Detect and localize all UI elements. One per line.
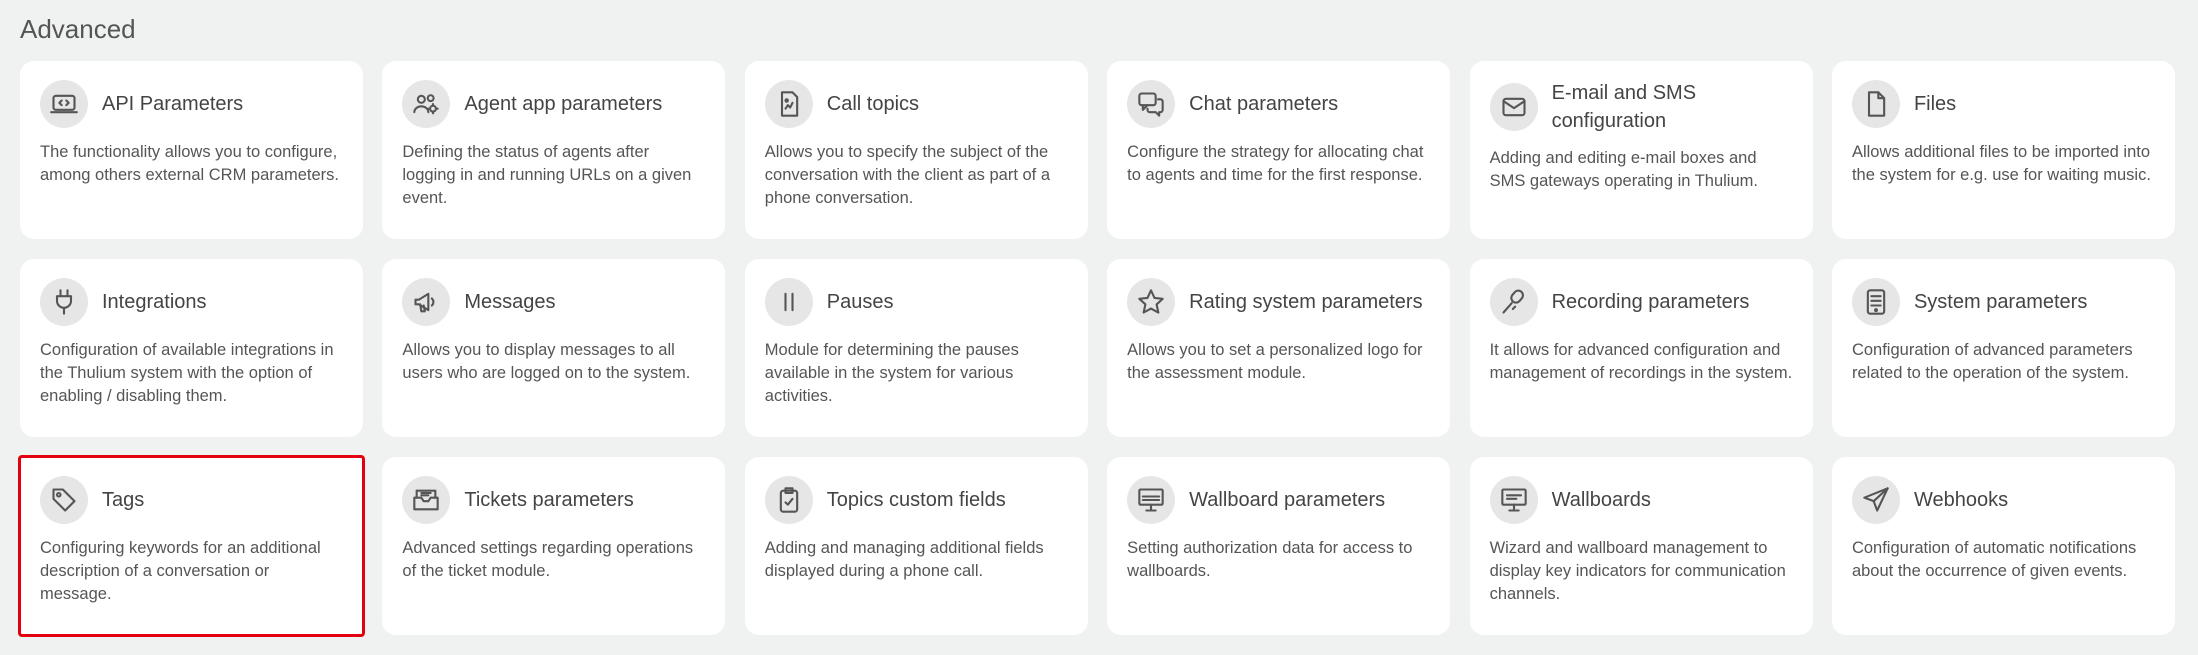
plug-icon: [40, 278, 88, 326]
star-icon: [1127, 278, 1176, 326]
card-chat-parameters[interactable]: Chat parameters Configure the strategy f…: [1107, 61, 1451, 239]
card-tags[interactable]: Tags Configuring keywords for an additio…: [18, 455, 365, 637]
card-description: Wizard and wallboard management to displ…: [1489, 539, 1786, 603]
card-rating-system-parameters[interactable]: Rating system parameters Allows you to s…: [1107, 259, 1451, 437]
server-icon: [1851, 278, 1900, 326]
card-title: System parameters: [1913, 291, 2088, 313]
megaphone-icon: [402, 278, 451, 326]
card-description: Configure the strategy for allocating ch…: [1127, 143, 1424, 184]
card-title: Chat parameters: [1189, 93, 1339, 115]
card-title: Integrations: [102, 291, 207, 313]
monitor-icon: [1127, 476, 1176, 524]
card-description: It allows for advanced configuration and…: [1489, 341, 1793, 382]
card-pauses[interactable]: Pauses Module for determining the pauses…: [744, 259, 1088, 437]
card-description: Advanced settings regarding operations o…: [402, 539, 694, 580]
card-description: Allows you to display messages to all us…: [402, 341, 691, 382]
card-integrations[interactable]: Integrations Configuration of available …: [20, 259, 363, 437]
card-system-parameters[interactable]: System parameters Configuration of advan…: [1831, 259, 2175, 437]
microphone-icon: [1489, 278, 1538, 326]
card-description: Configuration of available integrations …: [40, 341, 334, 405]
card-description: Module for determining the pauses availa…: [764, 341, 1019, 405]
card-wallboards[interactable]: Wallboards Wizard and wallboard manageme…: [1469, 457, 1813, 635]
card-description: Allows you to specify the subject of the…: [764, 143, 1051, 207]
card-title: Tags: [102, 489, 145, 511]
card-tickets-parameters[interactable]: Tickets parameters Advanced settings reg…: [382, 457, 726, 635]
card-api-parameters[interactable]: API Parameters The functionality allows …: [20, 61, 363, 239]
card-wallboard-parameters[interactable]: Wallboard parameters Setting authorizati…: [1107, 457, 1451, 635]
card-call-topics[interactable]: Call topics Allows you to specify the su…: [744, 61, 1088, 239]
card-title: Wallboards: [1551, 489, 1651, 511]
tags-icon: [40, 476, 88, 524]
card-description: Configuration of advanced parameters rel…: [1851, 341, 2133, 382]
file-icon: [1851, 80, 1900, 128]
card-description: Adding and managing additional fields di…: [764, 539, 1044, 580]
envelope-icon: [1489, 83, 1538, 131]
card-title: Topics custom fields: [826, 489, 1006, 511]
card-e-mail-and-sms-configuration[interactable]: E-mail and SMS configuration Adding and …: [1469, 61, 1813, 239]
document-icon: [764, 80, 813, 128]
card-description: Adding and editing e-mail boxes and SMS …: [1489, 149, 1758, 190]
section-title: Advanced: [20, 14, 136, 44]
pause-icon: [764, 278, 813, 326]
card-title: Files: [1913, 93, 1957, 115]
card-title: E-mail and SMS configuration: [1551, 82, 1697, 132]
card-title: Call topics: [826, 93, 920, 115]
display-icon: [1489, 476, 1538, 524]
card-topics-custom-fields[interactable]: Topics custom fields Adding and managing…: [744, 457, 1088, 635]
card-title: Recording parameters: [1551, 291, 1750, 313]
card-description: Allows you to set a personalized logo fo…: [1127, 341, 1423, 382]
card-files[interactable]: Files Allows additional files to be impo…: [1831, 61, 2175, 239]
card-title: Webhooks: [1913, 489, 2009, 511]
card-title: API Parameters: [102, 93, 244, 115]
card-description: Configuration of automatic notifications…: [1851, 539, 2137, 580]
card-description: Setting authorization data for access to…: [1127, 539, 1413, 580]
card-recording-parameters[interactable]: Recording parameters It allows for advan…: [1469, 259, 1813, 437]
card-title: Tickets parameters: [464, 489, 634, 511]
chat-icon: [1127, 80, 1176, 128]
card-description: Defining the status of agents after logg…: [402, 143, 692, 207]
card-webhooks[interactable]: Webhooks Configuration of automatic noti…: [1831, 457, 2175, 635]
card-title: Wallboard parameters: [1189, 489, 1386, 511]
paper-plane-icon: [1851, 476, 1900, 524]
card-title: Pauses: [826, 291, 894, 313]
card-description: Configuring keywords for an additional d…: [40, 539, 321, 603]
users-gear-icon: [402, 80, 451, 128]
card-title: Messages: [464, 291, 556, 313]
card-description: The functionality allows you to configur…: [40, 143, 339, 184]
api-icon: [40, 80, 88, 128]
card-messages[interactable]: Messages Allows you to display messages …: [382, 259, 726, 437]
clipboard-check-icon: [764, 476, 813, 524]
card-title: Rating system parameters: [1189, 291, 1423, 313]
card-description: Allows additional files to be imported i…: [1851, 143, 2151, 184]
inbox-icon: [402, 476, 451, 524]
card-agent-app-parameters[interactable]: Agent app parameters Defining the status…: [382, 61, 726, 239]
card-title: Agent app parameters: [464, 93, 663, 115]
cards-grid: API Parameters The functionality allows …: [18, 61, 2175, 637]
